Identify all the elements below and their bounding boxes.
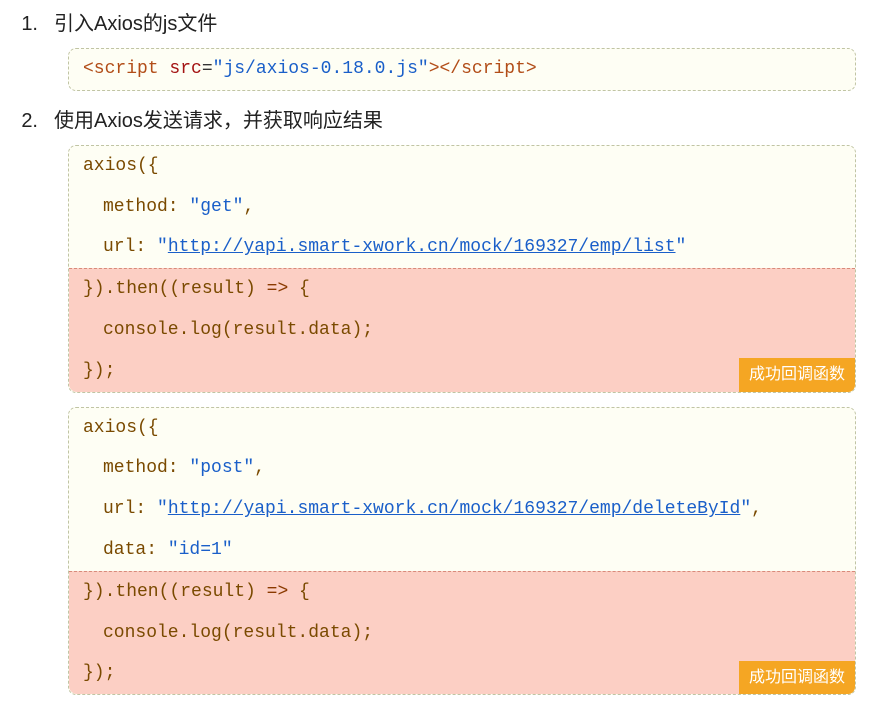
code-line: axios({ xyxy=(69,146,855,187)
token-arrow: => xyxy=(267,279,289,299)
callback-badge: 成功回调函数 xyxy=(739,661,855,695)
token-eq: = xyxy=(202,59,213,79)
token-tag-close: </script> xyxy=(440,59,537,79)
token-string: "id=1" xyxy=(168,540,233,560)
code-line: <script src="js/axios-0.18.0.js"></scrip… xyxy=(69,49,855,90)
token: url: xyxy=(103,237,157,257)
step-2-title: 使用Axios发送请求，并获取响应结果 xyxy=(54,105,383,137)
url-link[interactable]: http://yapi.smart-xwork.cn/mock/169327/e… xyxy=(168,499,741,519)
token-tag-open: <script xyxy=(83,59,169,79)
code-line: data: "id=1" xyxy=(69,530,855,571)
code-block-2b: axios({ method: "post", url: "http://yap… xyxy=(68,407,856,696)
code-block-1: <script src="js/axios-0.18.0.js"></scrip… xyxy=(68,48,856,91)
token: , xyxy=(254,458,265,478)
token: , xyxy=(243,197,254,217)
token-arrow: => xyxy=(267,582,289,602)
token-string: "post" xyxy=(189,458,254,478)
token: { xyxy=(288,279,310,299)
step-2: 2. 使用Axios发送请求，并获取响应结果 axios({ method: "… xyxy=(14,105,856,695)
token: method: xyxy=(103,197,189,217)
token: { xyxy=(288,582,310,602)
step-1-header: 1. 引入Axios的js文件 xyxy=(14,8,856,40)
token-quote: " xyxy=(740,499,751,519)
token: , xyxy=(751,499,762,519)
token-string: "js/axios-0.18.0.js" xyxy=(213,59,429,79)
code-line: method: "post", xyxy=(69,448,855,489)
code-line: axios({ xyxy=(69,408,855,449)
token: method: xyxy=(103,458,189,478)
token: data: xyxy=(103,540,168,560)
code-line: url: "http://yapi.smart-xwork.cn/mock/16… xyxy=(69,227,855,268)
code-line: }).then((result) => { xyxy=(69,572,855,613)
url-link[interactable]: http://yapi.smart-xwork.cn/mock/169327/e… xyxy=(168,237,676,257)
token-tag-bracket: > xyxy=(429,59,440,79)
token: url: xyxy=(103,499,157,519)
token-quote: " xyxy=(157,237,168,257)
code-line: console.log(result.data); xyxy=(69,310,855,351)
code-line: }); xyxy=(69,351,855,392)
token-quote: " xyxy=(676,237,687,257)
step-2-number: 2. xyxy=(14,105,38,137)
step-2-header: 2. 使用Axios发送请求，并获取响应结果 xyxy=(14,105,856,137)
callback-highlight: }).then((result) => { console.log(result… xyxy=(69,571,855,694)
code-line: }); xyxy=(69,653,855,694)
token-attr: src xyxy=(169,59,201,79)
code-line: method: "get", xyxy=(69,187,855,228)
code-line: url: "http://yapi.smart-xwork.cn/mock/16… xyxy=(69,489,855,530)
token-string: "get" xyxy=(189,197,243,217)
code-line: console.log(result.data); xyxy=(69,613,855,654)
token-quote: " xyxy=(157,499,168,519)
token: }).then((result) xyxy=(83,279,267,299)
step-1: 1. 引入Axios的js文件 <script src="js/axios-0.… xyxy=(14,8,856,91)
code-block-2a: axios({ method: "get", url: "http://yapi… xyxy=(68,145,856,393)
step-1-title: 引入Axios的js文件 xyxy=(54,8,217,40)
callback-badge: 成功回调函数 xyxy=(739,358,855,392)
step-1-number: 1. xyxy=(14,8,38,40)
callback-highlight: }).then((result) => { console.log(result… xyxy=(69,268,855,391)
token: }).then((result) xyxy=(83,582,267,602)
code-line: }).then((result) => { xyxy=(69,269,855,310)
